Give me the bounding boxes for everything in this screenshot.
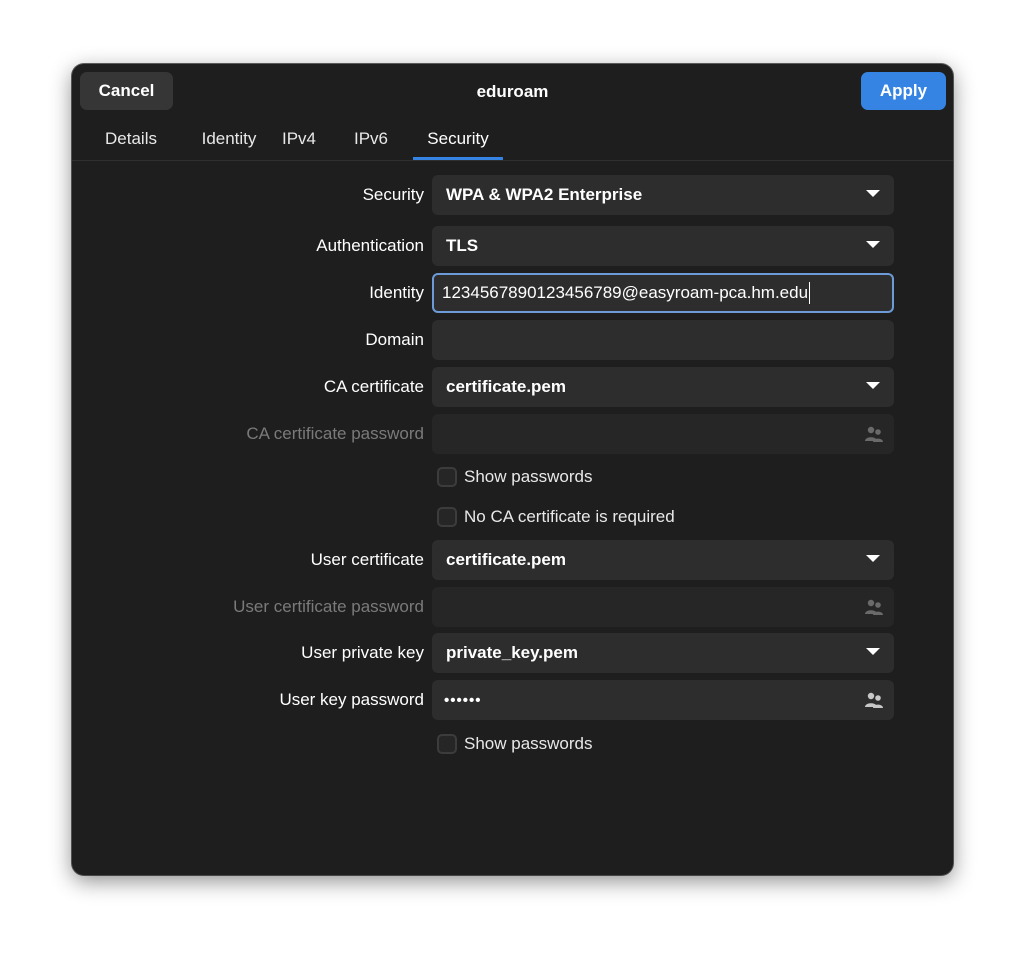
- show-passwords-label-2: Show passwords: [464, 734, 593, 753]
- user-certificate-password-label: User certificate password: [233, 597, 424, 616]
- tab-details[interactable]: Details: [86, 118, 176, 160]
- security-dropdown[interactable]: WPA & WPA2 Enterprise: [432, 175, 894, 215]
- ca-certificate-value: certificate.pem: [446, 377, 566, 396]
- show-passwords-checkbox-row-2[interactable]: Show passwords: [437, 732, 593, 756]
- authentication-value: TLS: [446, 236, 479, 255]
- security-row: Security WPA & WPA2 Enterprise: [72, 175, 953, 215]
- user-certificate-password-input: [432, 587, 894, 627]
- user-certificate-label: User certificate: [310, 550, 424, 569]
- ca-certificate-password-input: [432, 414, 894, 454]
- text-cursor: [809, 282, 811, 304]
- ca-certificate-password-label: CA certificate password: [246, 424, 424, 443]
- ca-certificate-row: CA certificate certificate.pem: [72, 367, 953, 407]
- show-passwords-checkbox-row[interactable]: Show passwords: [437, 465, 593, 489]
- user-certificate-row: User certificate certificate.pem: [72, 540, 953, 580]
- tab-ipv6[interactable]: IPv6: [346, 118, 396, 160]
- tab-identity[interactable]: Identity: [179, 118, 279, 160]
- authentication-label: Authentication: [316, 236, 424, 255]
- user-private-key-label: User private key: [301, 643, 424, 662]
- ca-certificate-password-row: CA certificate password: [72, 414, 953, 454]
- pan-down-icon: [866, 555, 880, 562]
- connection-dialog: Cancel eduroam Apply Details Identity IP…: [72, 64, 953, 875]
- dialog-title: eduroam: [476, 82, 549, 101]
- tab-security[interactable]: Security: [413, 118, 503, 160]
- headerbar: Cancel eduroam Apply: [72, 64, 953, 118]
- people-icon[interactable]: [864, 691, 884, 709]
- pan-down-icon: [866, 648, 880, 655]
- ca-certificate-dropdown[interactable]: certificate.pem: [432, 367, 894, 407]
- user-key-password-label: User key password: [279, 690, 424, 709]
- user-certificate-dropdown[interactable]: certificate.pem: [432, 540, 894, 580]
- no-ca-required-label: No CA certificate is required: [464, 507, 675, 526]
- authentication-dropdown[interactable]: TLS: [432, 226, 894, 266]
- user-key-password-row: User key password ••••••: [72, 680, 953, 720]
- show-passwords-checkbox[interactable]: [437, 467, 457, 487]
- security-value: WPA & WPA2 Enterprise: [446, 185, 643, 204]
- show-passwords-label: Show passwords: [464, 467, 593, 486]
- user-certificate-password-row: User certificate password: [72, 587, 953, 627]
- user-private-key-value: private_key.pem: [446, 643, 578, 662]
- ca-certificate-label: CA certificate: [323, 377, 424, 396]
- pan-down-icon: [866, 190, 880, 197]
- tab-bar: Details Identity IPv4 IPv6 Security: [72, 118, 953, 161]
- no-ca-required-checkbox-row[interactable]: No CA certificate is required: [437, 505, 675, 529]
- domain-input[interactable]: [432, 320, 894, 360]
- user-key-password-input[interactable]: ••••••: [432, 680, 894, 720]
- apply-button[interactable]: Apply: [861, 72, 946, 110]
- security-label: Security: [362, 185, 424, 204]
- pan-down-icon: [866, 241, 880, 248]
- identity-input[interactable]: 1234567890123456789@easyroam-pca.hm.edu: [432, 273, 894, 313]
- authentication-row: Authentication TLS: [72, 226, 953, 266]
- people-icon: [865, 426, 883, 442]
- domain-label: Domain: [365, 330, 424, 349]
- user-private-key-dropdown[interactable]: private_key.pem: [432, 633, 894, 673]
- user-key-password-value: ••••••: [444, 691, 482, 709]
- tab-ipv4[interactable]: IPv4: [274, 118, 324, 160]
- pan-down-icon: [866, 382, 880, 389]
- user-certificate-value: certificate.pem: [446, 550, 566, 569]
- identity-value: 1234567890123456789@easyroam-pca.hm.edu: [442, 283, 809, 302]
- user-private-key-row: User private key private_key.pem: [72, 633, 953, 673]
- identity-label: Identity: [369, 283, 424, 302]
- show-passwords-checkbox-2[interactable]: [437, 734, 457, 754]
- domain-row: Domain: [72, 320, 953, 360]
- no-ca-required-checkbox[interactable]: [437, 507, 457, 527]
- people-icon: [865, 599, 883, 615]
- identity-row: Identity 1234567890123456789@easyroam-pc…: [72, 273, 953, 313]
